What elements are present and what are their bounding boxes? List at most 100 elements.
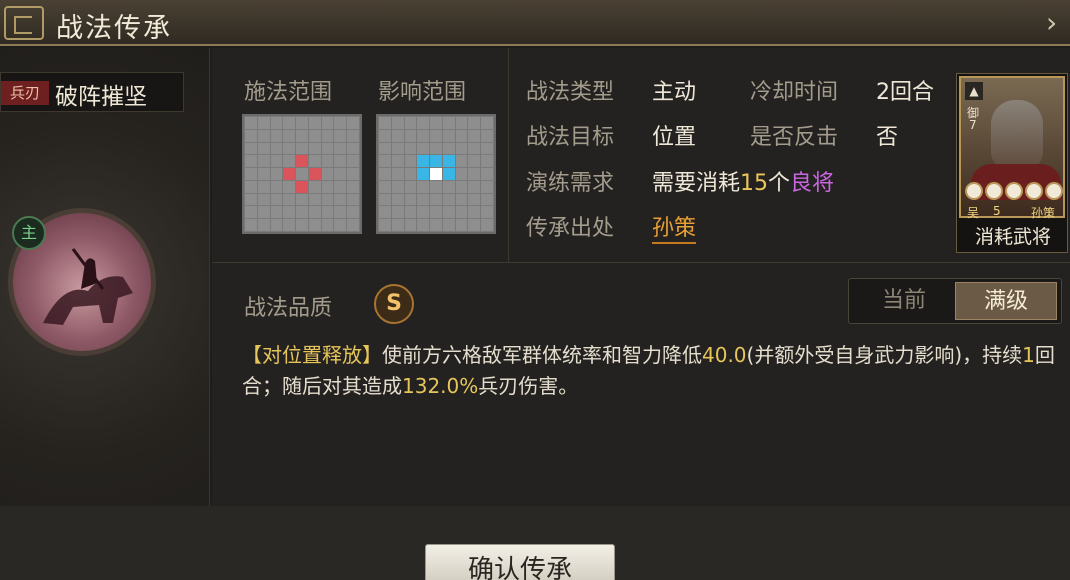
grid-cell — [296, 117, 308, 129]
grid-cell — [308, 155, 321, 168]
grid-cell — [455, 193, 468, 206]
grid-cell — [283, 168, 296, 180]
grid-cell — [245, 206, 257, 219]
bottom-bar: 确认传承 — [0, 506, 1070, 580]
grid-cell — [347, 155, 359, 168]
grid-cell — [334, 193, 347, 206]
grid-cell — [391, 193, 404, 206]
arrow-up-icon: ▲ — [965, 82, 983, 100]
grid-cell — [321, 193, 334, 206]
counter-value: 否 — [876, 125, 899, 150]
grid-cell — [321, 142, 334, 155]
grid-cell — [468, 180, 481, 193]
grid-cell — [417, 206, 430, 219]
divider — [212, 262, 1070, 263]
training-count: 15 — [740, 171, 769, 196]
general-card[interactable]: ▲ 御 7 吴 5 孙策 消耗武将 — [956, 73, 1068, 253]
general-faction: 吴 — [967, 206, 980, 220]
grid-cell — [391, 219, 404, 231]
grid-cell — [334, 168, 347, 180]
grid-cell — [481, 206, 493, 219]
grid-cell — [455, 206, 468, 219]
skill-type-label: 战法类型 — [526, 80, 615, 105]
close-icon[interactable]: › — [1046, 8, 1066, 38]
grid-cell — [347, 219, 359, 231]
grid-cell — [321, 180, 334, 193]
grid-cell — [308, 193, 321, 206]
grid-cell — [417, 155, 430, 168]
consume-general-label: 消耗武将 — [974, 226, 1051, 248]
star-rating — [965, 182, 1065, 202]
title-bar: 战法传承 › — [0, 0, 1070, 46]
grid-cell — [417, 180, 430, 193]
grid-cell — [347, 142, 359, 155]
grid-cell — [257, 193, 270, 206]
origin-link[interactable]: 孙策 — [652, 210, 697, 244]
grid-cell — [257, 219, 270, 231]
skill-description: 【对位置释放】使前方六格敌军群体统率和智力降低40.0(并额外受自身武力影响)，… — [242, 340, 1062, 402]
grid-cell — [347, 129, 359, 142]
grid-cell — [245, 142, 257, 155]
grid-cell — [442, 117, 455, 129]
grid-cell — [379, 219, 391, 231]
grid-cell — [404, 142, 417, 155]
desc-text: 兵刃伤害。 — [478, 374, 579, 398]
grid-cell — [481, 142, 493, 155]
grid-cell — [283, 193, 296, 206]
cooldown-label: 冷却时间 — [750, 80, 839, 105]
grid-cell — [379, 168, 391, 180]
quality-grade-badge: S — [374, 284, 414, 324]
grid-cell — [404, 117, 417, 129]
grid-cell — [321, 129, 334, 142]
confirm-inherit-button[interactable]: 确认传承 — [425, 544, 615, 580]
grid-cell — [379, 206, 391, 219]
general-level: 5 — [993, 204, 1001, 218]
grid-cell — [257, 117, 270, 129]
grid-cell — [379, 180, 391, 193]
grid-cell — [404, 193, 417, 206]
grid-cell — [321, 219, 334, 231]
grid-cell — [430, 193, 442, 206]
grid-cell — [296, 129, 308, 142]
desc-text: (并额外受自身武力影响)，持续 — [746, 343, 1023, 367]
cavalry-rider-icon — [43, 248, 133, 325]
grid-cell — [308, 129, 321, 142]
grid-cell — [296, 168, 308, 180]
grid-cell — [391, 142, 404, 155]
training-item: 良将 — [790, 171, 835, 196]
grid-cell — [334, 129, 347, 142]
grid-cell — [455, 155, 468, 168]
training-prefix: 需要消耗 — [652, 171, 741, 196]
grid-cell — [468, 142, 481, 155]
grid-cell — [283, 129, 296, 142]
grid-cell — [442, 155, 455, 168]
grid-cell — [257, 180, 270, 193]
grid-cell — [308, 206, 321, 219]
detail-panel: 施法范围 影响范围 战法类型 主动 冷却时间 2回合 战法目标 位置 是否反击 … — [212, 48, 1070, 506]
grid-cell — [404, 219, 417, 231]
grid-cell — [455, 117, 468, 129]
grid-cell — [283, 117, 296, 129]
grid-cell — [379, 117, 391, 129]
grid-cell — [455, 180, 468, 193]
star-icon — [1045, 182, 1063, 200]
grid-cell — [468, 219, 481, 231]
training-value: 需要消耗15个良将 — [652, 165, 834, 197]
skill-tag: 兵刃 破阵摧坚 — [0, 72, 184, 112]
grid-cell — [308, 219, 321, 231]
grid-cell — [442, 142, 455, 155]
grid-cell — [296, 193, 308, 206]
grid-cell — [245, 129, 257, 142]
tab-max-level[interactable]: 满级 — [955, 282, 1057, 320]
desc-text: 使前方六格敌军群体统率和智力降低 — [382, 343, 702, 367]
grid-cell — [455, 129, 468, 142]
tab-current[interactable]: 当前 — [853, 282, 955, 320]
grid-cell — [417, 193, 430, 206]
grid-cell — [347, 193, 359, 206]
grid-cell — [270, 155, 283, 168]
grid-cell — [430, 206, 442, 219]
grid-cell — [270, 142, 283, 155]
grid-cell — [430, 219, 442, 231]
grid-cell — [468, 117, 481, 129]
grid-cell — [283, 180, 296, 193]
